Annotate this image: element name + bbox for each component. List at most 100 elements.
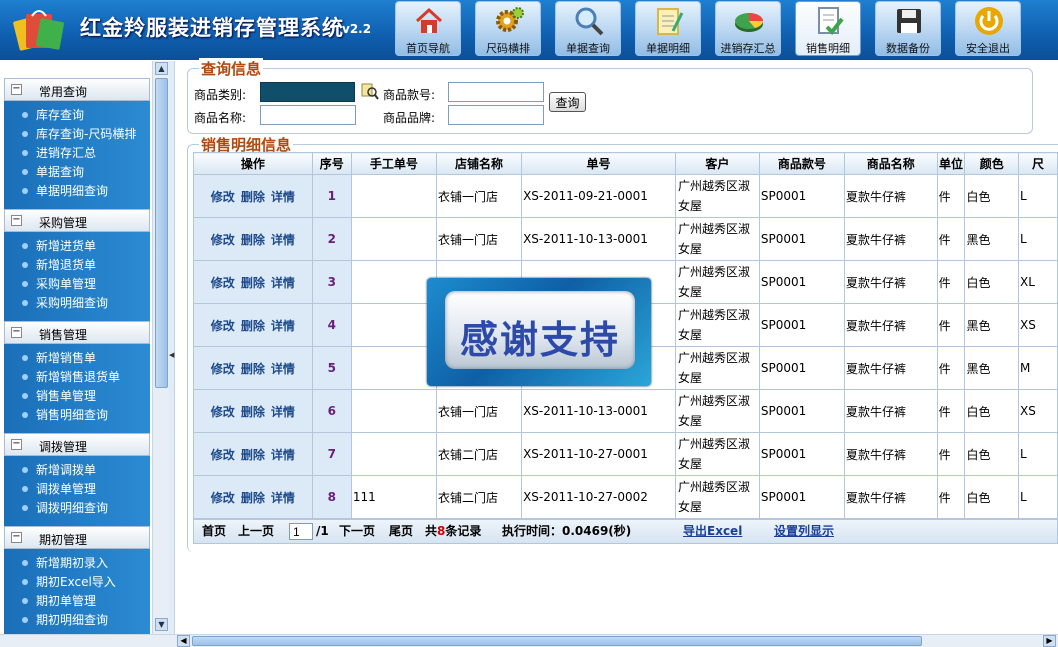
column-header[interactable]: 操作 (193, 152, 313, 175)
sidebar-item[interactable]: 进销存汇总 (4, 144, 150, 163)
prev-page-link[interactable]: 上一页 (238, 520, 274, 543)
name-input[interactable] (260, 105, 356, 125)
edit-link[interactable]: 修改 (211, 190, 235, 204)
sidebar-section-header[interactable]: − 调拨管理 (4, 433, 150, 456)
category-select[interactable] (260, 82, 355, 102)
scroll-up-arrow-icon[interactable]: ▲ (155, 62, 168, 75)
details-link[interactable]: 详情 (271, 491, 295, 505)
delete-link[interactable]: 删除 (241, 233, 265, 247)
page-number-input[interactable] (289, 523, 313, 540)
edit-link[interactable]: 修改 (211, 233, 235, 247)
collapse-toggle-icon[interactable]: − (11, 84, 22, 95)
delete-link[interactable]: 删除 (241, 405, 265, 419)
details-link[interactable]: 详情 (271, 233, 295, 247)
sidebar-item[interactable]: 库存查询 (4, 106, 150, 125)
collapse-toggle-icon[interactable]: − (11, 215, 22, 226)
details-link[interactable]: 详情 (271, 276, 295, 290)
edit-link[interactable]: 修改 (211, 276, 235, 290)
sidebar-item[interactable]: 期初明细查询 (4, 611, 150, 630)
nav-button-2[interactable]: 尺码横排 (475, 1, 541, 56)
nav-button-7[interactable]: 数据备份 (875, 1, 941, 56)
next-page-link[interactable]: 下一页 (339, 520, 375, 543)
nav-button-1[interactable]: 首页导航 (395, 1, 461, 56)
sidebar-item[interactable]: 新增销售退货单 (4, 368, 150, 387)
category-picker-icon[interactable] (361, 82, 379, 100)
details-link[interactable]: 详情 (271, 405, 295, 419)
table-row[interactable]: 修改 删除 详情 2 衣铺一门店 XS-2011-10-13-0001 广州越秀区淑女屋 SP… (193, 217, 1058, 261)
sidebar-item[interactable]: 新增进货单 (4, 237, 150, 256)
nav-button-4[interactable]: 单据明细 (635, 1, 701, 56)
column-header[interactable]: 店铺名称 (435, 152, 523, 175)
sidebar-item[interactable]: 销售单管理 (4, 387, 150, 406)
edit-link[interactable]: 修改 (211, 448, 235, 462)
sidebar-item[interactable]: 新增销售单 (4, 349, 150, 368)
column-header[interactable]: 手工单号 (350, 152, 437, 175)
export-excel-link[interactable]: 导出Excel (683, 520, 742, 543)
column-header[interactable]: 单位 (936, 152, 966, 175)
delete-link[interactable]: 删除 (241, 448, 265, 462)
sidebar-item[interactable]: 期初Excel导入 (4, 573, 150, 592)
horizontal-scrollbar-thumb[interactable] (192, 636, 922, 646)
sidebar-item[interactable]: 新增期初录入 (4, 554, 150, 573)
sidebar-item[interactable]: 销售明细查询 (4, 406, 150, 425)
column-header[interactable]: 单号 (521, 152, 676, 175)
sidebar-collapse-handle[interactable]: ◀ (169, 61, 175, 634)
column-header[interactable]: 客户 (674, 152, 760, 175)
delete-link[interactable]: 删除 (241, 362, 265, 376)
nav-button-5[interactable]: 进销存汇总 (715, 1, 781, 56)
nav-button-6[interactable]: 销售明细 (795, 1, 861, 56)
delete-link[interactable]: 删除 (241, 319, 265, 333)
table-row[interactable]: 修改 删除 详情 7 衣铺二门店 XS-2011-10-27-0001 广州越秀区淑女屋 SP… (193, 432, 1058, 476)
collapse-toggle-icon[interactable]: − (11, 439, 22, 450)
nav-button-8[interactable]: 安全退出 (955, 1, 1021, 56)
delete-link[interactable]: 删除 (241, 491, 265, 505)
column-header[interactable]: 商品名称 (843, 152, 938, 175)
first-page-link[interactable]: 首页 (202, 520, 226, 543)
sidebar-item[interactable]: 单据查询 (4, 163, 150, 182)
column-header[interactable]: 序号 (311, 152, 352, 175)
edit-link[interactable]: 修改 (211, 491, 235, 505)
sidebar-item[interactable]: 调拨单管理 (4, 480, 150, 499)
edit-link[interactable]: 修改 (211, 405, 235, 419)
details-link[interactable]: 详情 (271, 319, 295, 333)
search-button[interactable]: 查询 (549, 92, 586, 112)
column-settings-link[interactable]: 设置列显示 (774, 520, 834, 543)
last-page-link[interactable]: 尾页 (389, 520, 413, 543)
column-header[interactable]: 尺 (1017, 152, 1058, 175)
collapse-toggle-icon[interactable]: − (11, 327, 22, 338)
collapse-arrow-icon[interactable]: ◀ (169, 351, 174, 359)
delete-link[interactable]: 删除 (241, 276, 265, 290)
table-row[interactable]: 修改 删除 详情 1 衣铺一门店 XS-2011-09-21-0001 广州越秀区淑女屋 SP… (193, 174, 1058, 218)
sidebar-section-header[interactable]: − 常用查询 (4, 78, 150, 101)
sidebar-item[interactable]: 单据明细查询 (4, 182, 150, 201)
delete-link[interactable]: 删除 (241, 190, 265, 204)
sidebar-item[interactable]: 采购单管理 (4, 275, 150, 294)
sidebar-item[interactable]: 采购明细查询 (4, 294, 150, 313)
column-header[interactable]: 颜色 (964, 152, 1019, 175)
edit-link[interactable]: 修改 (211, 319, 235, 333)
scroll-down-arrow-icon[interactable]: ▼ (155, 618, 168, 631)
collapse-toggle-icon[interactable]: − (11, 532, 22, 543)
sidebar-item[interactable]: 新增调拨单 (4, 461, 150, 480)
details-link[interactable]: 详情 (271, 190, 295, 204)
sidebar-item[interactable]: 调拨明细查询 (4, 499, 150, 518)
scroll-right-arrow-icon[interactable]: ▶ (1043, 635, 1056, 647)
sidebar-section-header[interactable]: − 期初管理 (4, 526, 150, 549)
sidebar-item[interactable]: 库存查询-尺码横排 (4, 125, 150, 144)
sidebar-section-header[interactable]: − 销售管理 (4, 321, 150, 344)
details-link[interactable]: 详情 (271, 448, 295, 462)
scroll-left-arrow-icon[interactable]: ◀ (177, 635, 190, 647)
sidebar-section-header[interactable]: − 采购管理 (4, 209, 150, 232)
scrollbar-thumb[interactable] (155, 78, 168, 388)
column-header[interactable]: 商品款号 (758, 152, 845, 175)
table-row[interactable]: 修改 删除 详情 6 衣铺一门店 XS-2011-10-13-0001 广州越秀区淑女屋 SP… (193, 389, 1058, 433)
sidebar-item[interactable]: 新增退货单 (4, 256, 150, 275)
code-input[interactable] (448, 82, 544, 102)
horizontal-scrollbar[interactable]: ◀ ▶ (176, 634, 1058, 647)
table-row[interactable]: 修改 删除 详情 8 111 衣铺二门店 XS-2011-10-27-0002 广州越秀区淑女… (193, 475, 1058, 519)
sidebar-item[interactable]: 期初单管理 (4, 592, 150, 611)
sidebar-scrollbar[interactable]: ▲ ▼ (152, 61, 169, 634)
details-link[interactable]: 详情 (271, 362, 295, 376)
edit-link[interactable]: 修改 (211, 362, 235, 376)
nav-button-3[interactable]: 单据查询 (555, 1, 621, 56)
